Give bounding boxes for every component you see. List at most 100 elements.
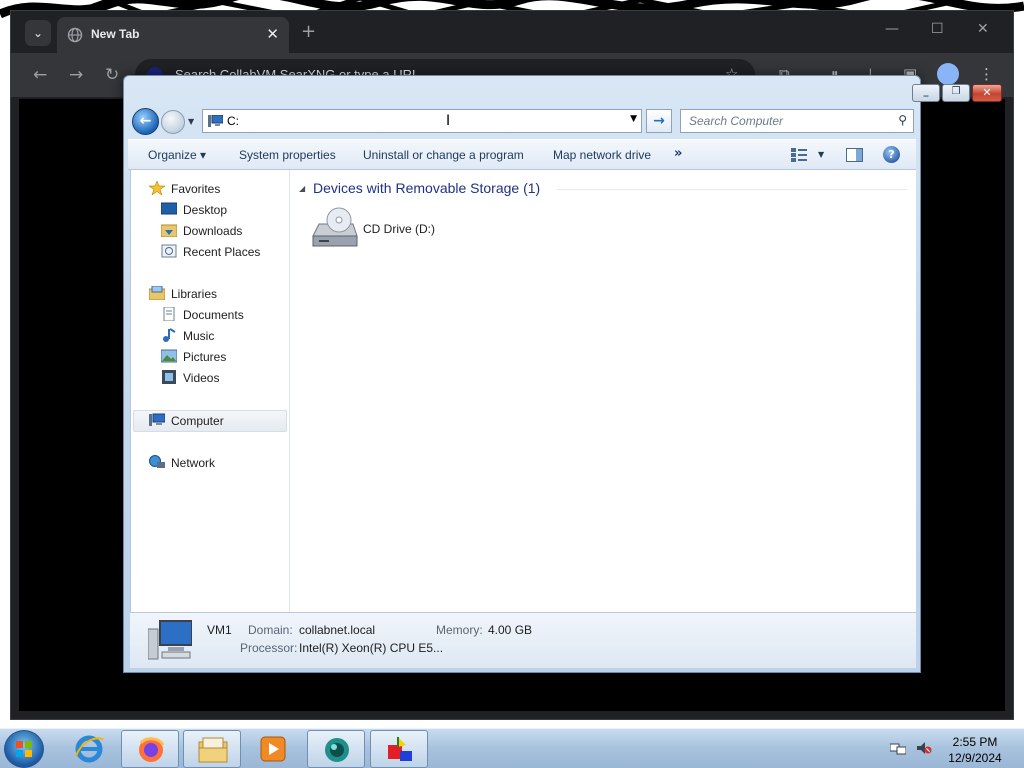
memory-value: 4.00 GB bbox=[488, 623, 533, 637]
uninstall-program-button[interactable]: Uninstall or change a program bbox=[363, 148, 524, 162]
explorer-minimize-button[interactable]: _ bbox=[912, 84, 940, 102]
profile-avatar[interactable] bbox=[937, 63, 959, 85]
nav-item-recent-places[interactable]: Recent Places bbox=[161, 244, 260, 264]
address-dropdown-icon[interactable]: ▼ bbox=[630, 114, 637, 124]
organize-menu-button[interactable]: Organize ▾ bbox=[148, 148, 206, 162]
computer-icon bbox=[149, 413, 166, 427]
reload-icon[interactable]: ↻ bbox=[105, 65, 119, 85]
clock-time: 2:55 PM bbox=[952, 735, 998, 749]
internet-explorer-icon bbox=[75, 735, 104, 763]
file-explorer-icon bbox=[198, 737, 228, 763]
preview-pane-icon[interactable] bbox=[846, 148, 863, 162]
network-icon bbox=[149, 455, 165, 469]
content-pane: ◢ Devices with Removable Storage (1) CD … bbox=[291, 170, 917, 612]
cd-drive-icon bbox=[312, 207, 358, 247]
libraries-icon bbox=[148, 285, 166, 301]
recent-places-icon bbox=[161, 244, 177, 258]
explorer-window: _ ❐ ✕ ← ▼ C: I ▼ → Search Computer ⚲ Org… bbox=[123, 75, 1002, 673]
change-view-icon[interactable] bbox=[791, 148, 807, 162]
documents-icon bbox=[161, 306, 177, 322]
nav-item-desktop[interactable]: Desktop bbox=[160, 202, 227, 222]
explorer-back-button[interactable]: ← bbox=[132, 108, 159, 135]
address-value: C: bbox=[227, 114, 239, 128]
collapse-group-icon[interactable]: ◢ bbox=[299, 184, 305, 193]
windows-logo-icon bbox=[16, 741, 32, 757]
videos-icon bbox=[161, 370, 177, 384]
star-icon bbox=[147, 180, 167, 196]
memory-label: Memory: bbox=[436, 623, 483, 637]
tab-title: New Tab bbox=[91, 27, 140, 41]
view-options-dropdown-icon[interactable]: ▼ bbox=[818, 150, 824, 159]
map-network-drive-button[interactable]: Map network drive bbox=[553, 148, 651, 162]
chrome-maximize-button[interactable]: ☐ bbox=[931, 21, 944, 37]
nav-item-libraries[interactable]: Libraries bbox=[148, 285, 217, 306]
taskbar-media-player[interactable] bbox=[244, 730, 302, 768]
text-cursor-icon: I bbox=[446, 113, 451, 129]
address-bar[interactable]: C: I ▼ bbox=[202, 109, 642, 133]
group-header[interactable]: Devices with Removable Storage (1) bbox=[313, 180, 540, 196]
more-commands-button[interactable]: » bbox=[674, 146, 682, 161]
desktop-icon bbox=[160, 202, 178, 216]
chrome-menu-icon[interactable]: ⋮ bbox=[979, 65, 994, 83]
go-arrow-button[interactable]: → bbox=[646, 109, 672, 133]
drive-label: CD Drive (D:) bbox=[363, 222, 435, 236]
pictures-icon bbox=[160, 349, 178, 363]
taskbar: 2:55 PM 12/9/2024 bbox=[0, 728, 1024, 768]
new-tab-button[interactable]: + bbox=[301, 21, 316, 42]
taskbar-collabvm[interactable] bbox=[307, 730, 365, 768]
drive-item-cd[interactable]: CD Drive (D:) bbox=[309, 206, 449, 256]
clock-date: 12/9/2024 bbox=[948, 751, 1002, 765]
computer-icon bbox=[208, 115, 223, 127]
tab-search-icon[interactable]: ⌄ bbox=[25, 20, 51, 46]
navigation-pane: Favorites Desktop Downloads Recent Place… bbox=[131, 170, 290, 612]
taskbar-firefox[interactable] bbox=[121, 730, 179, 768]
app-icon bbox=[388, 737, 412, 761]
volume-muted-icon[interactable] bbox=[916, 741, 932, 755]
processor-label: Processor: bbox=[240, 641, 298, 655]
tab-new-tab[interactable]: New Tab ✕ bbox=[57, 17, 289, 53]
nav-item-pictures[interactable]: Pictures bbox=[160, 349, 226, 369]
search-input[interactable]: Search Computer ⚲ bbox=[680, 109, 914, 133]
nav-item-favorites[interactable]: Favorites bbox=[147, 180, 220, 201]
start-button[interactable] bbox=[4, 730, 44, 768]
nav-item-documents[interactable]: Documents bbox=[161, 306, 244, 327]
taskbar-clock[interactable]: 2:55 PM 12/9/2024 bbox=[942, 734, 1008, 766]
group-divider bbox=[557, 189, 907, 190]
chrome-close-button[interactable]: ✕ bbox=[977, 21, 989, 37]
system-properties-button[interactable]: System properties bbox=[239, 148, 336, 162]
tab-close-icon[interactable]: ✕ bbox=[266, 25, 279, 43]
computer-monitor-icon bbox=[148, 620, 192, 660]
search-placeholder: Search Computer bbox=[689, 114, 784, 128]
nav-item-network[interactable]: Network bbox=[149, 455, 215, 475]
domain-label: Domain: bbox=[248, 623, 293, 637]
search-icon[interactable]: ⚲ bbox=[898, 113, 907, 127]
nav-item-computer[interactable]: Computer bbox=[149, 413, 224, 433]
explorer-command-bar: Organize ▾ System properties Uninstall o… bbox=[128, 139, 916, 170]
back-arrow-icon[interactable]: ← bbox=[33, 65, 47, 85]
recent-pages-dropdown-icon[interactable]: ▼ bbox=[188, 117, 194, 126]
taskbar-internet-explorer[interactable] bbox=[60, 730, 118, 768]
downloads-folder-icon bbox=[160, 223, 178, 238]
explorer-body: Favorites Desktop Downloads Recent Place… bbox=[130, 170, 916, 612]
explorer-close-button[interactable]: ✕ bbox=[972, 84, 1002, 102]
taskbar-file-explorer[interactable] bbox=[183, 730, 241, 768]
nav-item-downloads[interactable]: Downloads bbox=[160, 223, 242, 243]
collabvm-icon bbox=[325, 738, 349, 762]
globe-icon bbox=[67, 27, 83, 43]
network-tray-icon[interactable] bbox=[890, 741, 906, 755]
firefox-icon bbox=[139, 737, 165, 762]
explorer-restore-button[interactable]: ❐ bbox=[942, 84, 970, 102]
chrome-tab-strip: ⌄ New Tab ✕ + — ☐ ✕ bbox=[11, 11, 1013, 53]
nav-item-videos[interactable]: Videos bbox=[161, 370, 219, 390]
explorer-navigation-bar: ← ▼ C: I ▼ → Search Computer ⚲ bbox=[132, 107, 914, 135]
domain-value: collabnet.local bbox=[299, 623, 376, 637]
forward-arrow-icon[interactable]: → bbox=[69, 65, 83, 85]
media-player-icon bbox=[260, 736, 286, 762]
details-pane: VM1 Domain: collabnet.local Memory: 4.00… bbox=[130, 612, 916, 668]
processor-value: Intel(R) Xeon(R) CPU E5... bbox=[299, 641, 444, 655]
taskbar-app[interactable] bbox=[370, 730, 428, 768]
help-icon[interactable]: ? bbox=[883, 146, 900, 163]
explorer-forward-button[interactable] bbox=[161, 110, 185, 134]
nav-item-music[interactable]: Music bbox=[161, 328, 214, 348]
chrome-minimize-button[interactable]: — bbox=[885, 21, 899, 37]
